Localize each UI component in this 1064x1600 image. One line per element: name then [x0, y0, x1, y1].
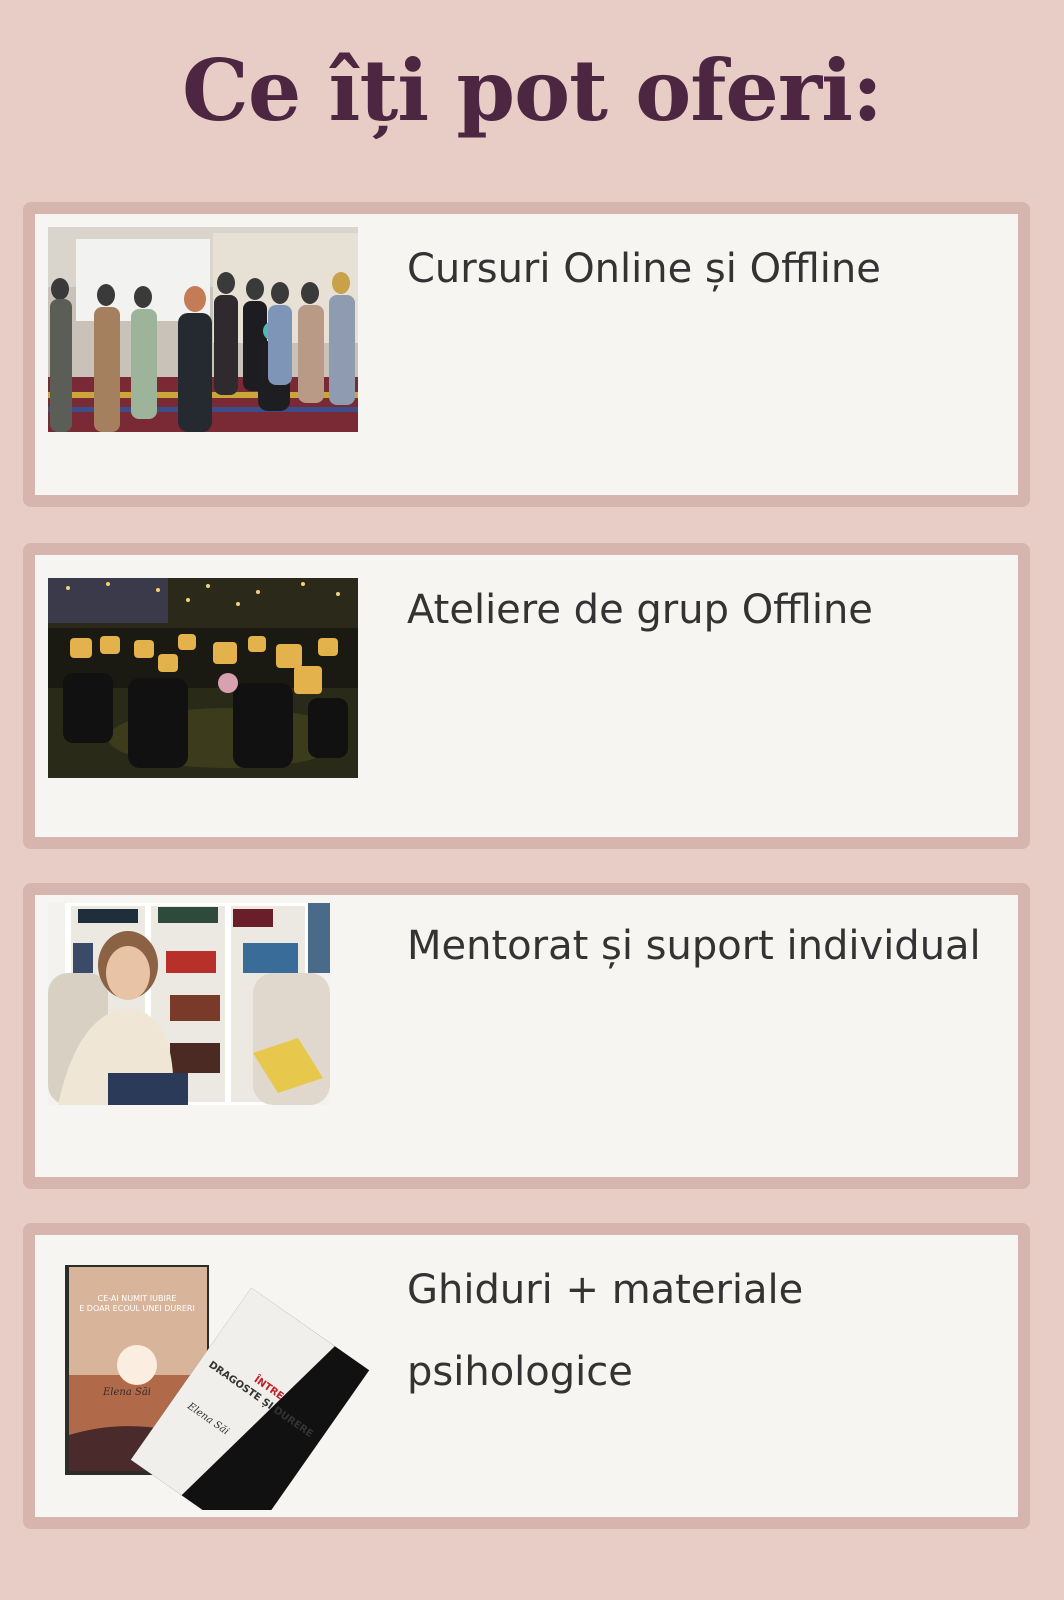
offer-card-mentoring[interactable]: Mentorat și suport individual: [23, 883, 1030, 1189]
offer-card-workshops[interactable]: Ateliere de grup Offline: [23, 543, 1030, 849]
offer-card-courses[interactable]: Cursuri Online și Offline: [23, 202, 1030, 507]
svg-text:E DOAR ECOUL UNEI DURERI: E DOAR ECOUL UNEI DURERI: [79, 1304, 195, 1313]
offer-title: Ateliere de grup Offline: [407, 587, 873, 633]
offer-card-guides[interactable]: CE-AI NUMIT IUBIRE E DOAR ECOUL UNEI DUR…: [23, 1223, 1030, 1529]
page-title: Ce îți pot oferi:: [182, 41, 883, 140]
workshop-room-image: [48, 578, 358, 778]
group-photo-image: [48, 227, 358, 432]
offer-title: Mentorat și suport individual: [407, 923, 981, 969]
svg-text:Elena Săi: Elena Săi: [102, 1387, 151, 1398]
books-image: CE-AI NUMIT IUBIRE E DOAR ECOUL UNEI DUR…: [65, 1265, 385, 1510]
offer-title: Ghiduri + materiale psihologice: [407, 1267, 804, 1395]
offer-title: Cursuri Online și Offline: [407, 246, 881, 292]
svg-text:CE-AI NUMIT IUBIRE: CE-AI NUMIT IUBIRE: [98, 1294, 177, 1303]
mentor-portrait-image: [48, 903, 330, 1105]
